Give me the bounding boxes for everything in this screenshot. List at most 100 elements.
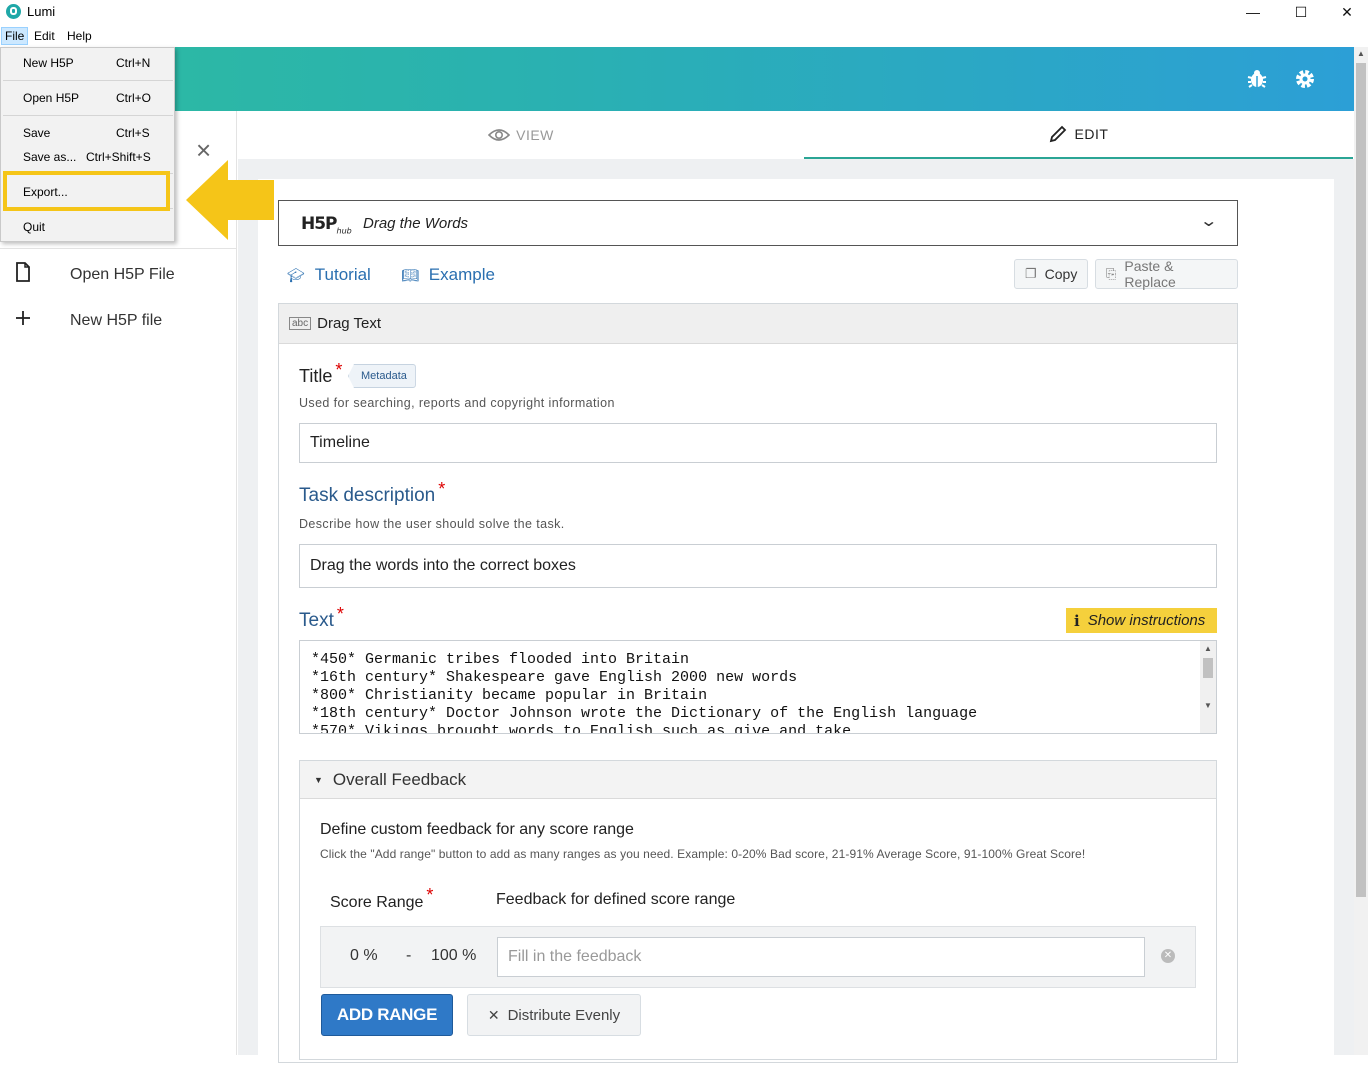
scroll-up-icon[interactable]: ▲: [1357, 49, 1365, 58]
required-mark: *: [438, 479, 446, 499]
example-label: Example: [428, 265, 495, 284]
tab-edit[interactable]: EDIT: [804, 111, 1353, 159]
tab-label: VIEW: [516, 127, 554, 143]
pointer-arrow-icon: [186, 160, 274, 240]
eye-icon: [488, 128, 511, 142]
feedback-input[interactable]: Fill in the feedback: [497, 937, 1145, 977]
gear-icon[interactable]: [1294, 68, 1316, 90]
sidebar: × Open H5P File New H5P file: [0, 111, 237, 1055]
tab-label: EDIT: [1074, 126, 1109, 142]
clipboard-icon: ⎘: [1106, 266, 1117, 281]
sidebar-item-new-h5p[interactable]: New H5P file: [14, 309, 162, 333]
form-header-title: Drag Text: [317, 315, 382, 332]
scroll-thumb[interactable]: [1203, 658, 1213, 678]
range-to: 100 %: [431, 947, 477, 964]
drag-text-icon: abc: [289, 317, 312, 330]
scroll-up-icon[interactable]: ▲: [1204, 644, 1212, 653]
title-description: Used for searching, reports and copyrigh…: [299, 396, 615, 410]
title-bar: Lumi — ☐ ✕: [0, 0, 1368, 26]
feedback-heading: Define custom feedback for any score ran…: [320, 821, 634, 838]
text-textarea[interactable]: *450* Germanic tribes flooded into Brita…: [299, 640, 1217, 734]
show-instructions-label: Show instructions: [1087, 612, 1206, 629]
menu-item-new-h5p[interactable]: New H5P Ctrl+N: [1, 52, 174, 74]
overall-feedback-header[interactable]: ▼ Overall Feedback: [300, 761, 1216, 799]
menu-separator: [3, 80, 173, 81]
title-label-text: Title: [299, 366, 333, 386]
menu-item-label: Quit: [23, 220, 46, 234]
export-highlight-box: [3, 171, 170, 211]
app-header: [0, 47, 1354, 111]
task-description-input[interactable]: Drag the words into the correct boxes: [299, 544, 1217, 588]
paste-replace-button[interactable]: ⎘ Paste & Replace: [1095, 258, 1238, 290]
score-range-row: 0 % - 100 % Fill in the feedback ✕: [320, 926, 1196, 988]
menu-item-label: Open H5P: [23, 91, 80, 105]
task-label-text: Task description: [299, 485, 436, 506]
content-type-name: Drag the Words: [363, 215, 469, 232]
distribute-evenly-button[interactable]: ✕ Distribute Evenly: [467, 994, 641, 1036]
menu-file[interactable]: File: [1, 27, 29, 45]
feedback-range-label: Feedback for defined score range: [496, 891, 736, 908]
menu-item-label: New H5P: [23, 56, 74, 70]
show-instructions-button[interactable]: i Show instructions: [1066, 608, 1217, 633]
menu-item-label: Save as...: [23, 150, 77, 164]
menu-item-save-as[interactable]: Save as... Ctrl+Shift+S: [1, 146, 174, 168]
menu-item-open-h5p[interactable]: Open H5P Ctrl+O: [1, 87, 174, 109]
tab-view[interactable]: VIEW: [238, 111, 804, 159]
sidebar-item-open-h5p[interactable]: Open H5P File: [14, 261, 175, 289]
menu-separator: [3, 115, 173, 116]
content-type-selector[interactable]: H5Phub Drag the Words ⌄: [278, 200, 1238, 246]
page-scrollbar[interactable]: ▲: [1354, 47, 1368, 1055]
textarea-scrollbar[interactable]: ▲ ▼: [1200, 641, 1216, 733]
maximize-button[interactable]: ☐: [1278, 0, 1324, 24]
menu-item-quit[interactable]: Quit: [1, 216, 174, 238]
score-range-label: Score Range *: [330, 885, 433, 912]
menu-item-shortcut: Ctrl+S: [116, 126, 150, 140]
scroll-down-icon[interactable]: ▼: [1204, 701, 1212, 710]
menu-item-shortcut: Ctrl+N: [116, 56, 151, 70]
hub-logo-sub: hub: [336, 226, 352, 236]
menu-item-shortcut: Ctrl+O: [116, 91, 152, 105]
view-edit-tabs: VIEW EDIT: [238, 111, 1354, 159]
copy-icon: ❐: [1025, 266, 1037, 281]
menu-edit[interactable]: Edit: [34, 29, 55, 43]
score-range-text: Score Range: [330, 894, 424, 911]
required-mark: *: [426, 885, 434, 905]
close-window-button[interactable]: ✕: [1324, 0, 1368, 24]
window-title: Lumi: [27, 4, 56, 19]
bug-icon[interactable]: [1246, 68, 1268, 90]
feedback-description: Click the "Add range" button to add as m…: [320, 847, 1086, 861]
text-label: Text *: [299, 604, 344, 632]
task-description-hint: Describe how the user should solve the t…: [299, 517, 565, 531]
form-header: abc Drag Text: [279, 304, 1237, 344]
title-input[interactable]: Timeline: [299, 423, 1217, 463]
caret-down-icon: ▼: [314, 774, 323, 785]
sidebar-item-label: New H5P file: [70, 312, 163, 329]
close-icon: ✕: [487, 1006, 500, 1023]
menu-help[interactable]: Help: [67, 29, 92, 43]
textarea-content: *450* Germanic tribes flooded into Brita…: [311, 651, 978, 734]
text-label-text: Text: [299, 610, 334, 631]
add-range-button[interactable]: ADD RANGE: [321, 994, 453, 1036]
chevron-down-icon[interactable]: ⌄: [1199, 211, 1218, 231]
graduation-cap-icon: 🎓︎: [287, 266, 305, 283]
distribute-evenly-label: Distribute Evenly: [507, 1006, 621, 1024]
menu-item-save[interactable]: Save Ctrl+S: [1, 122, 174, 144]
minimize-button[interactable]: —: [1230, 0, 1276, 24]
range-dash: -: [406, 947, 412, 964]
metadata-button[interactable]: Metadata: [348, 364, 416, 388]
hub-logo-text: H5P: [301, 214, 338, 234]
plus-icon: [14, 309, 38, 333]
remove-range-icon[interactable]: ✕: [1161, 949, 1175, 963]
required-mark: *: [336, 604, 344, 624]
example-link[interactable]: 📖︎ Example: [401, 265, 495, 285]
book-icon: 📖︎: [401, 266, 419, 283]
scroll-thumb[interactable]: [1356, 63, 1366, 897]
info-icon: i: [1074, 611, 1080, 630]
copy-button[interactable]: ❐ Copy: [1014, 259, 1088, 289]
menu-item-shortcut: Ctrl+Shift+S: [86, 150, 151, 164]
tutorial-link[interactable]: 🎓︎ Tutorial: [287, 265, 371, 285]
required-mark: *: [335, 360, 343, 380]
tutorial-label: Tutorial: [314, 265, 371, 284]
menu-item-label: Save: [23, 126, 51, 140]
range-from: 0 %: [350, 947, 378, 964]
